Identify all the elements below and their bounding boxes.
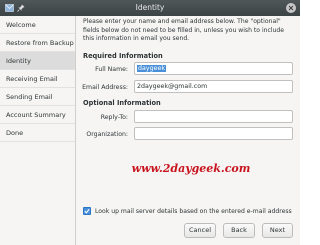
watermark: www.2daygeek.com (131, 162, 251, 175)
reply-to-field[interactable] (134, 110, 293, 123)
required-info-heading: Required Information (83, 52, 163, 60)
lookup-checkbox-row[interactable]: Look up mail server details based on the… (83, 207, 292, 215)
intro-text: Please enter your name and email address… (83, 18, 285, 42)
lookup-checkbox[interactable] (83, 207, 91, 215)
close-icon[interactable] (286, 3, 296, 13)
identity-page: Please enter your name and email address… (77, 16, 300, 245)
next-button[interactable]: Next (262, 223, 293, 238)
reply-to-label: Reply-To: (100, 114, 128, 121)
lookup-checkbox-label: Look up mail server details based on the… (95, 207, 292, 215)
title-bar: Identity (0, 0, 300, 16)
organization-field[interactable] (134, 127, 293, 140)
full-name-value: daygeek (137, 65, 166, 72)
email-address-field[interactable]: 2daygeek@gmail.com (134, 80, 293, 93)
sidebar: Welcome Restore from Backup Identity Rec… (0, 16, 76, 245)
cancel-button[interactable]: Cancel (184, 223, 216, 238)
setup-window: Identity Welcome Restore from Backup Ide… (0, 0, 300, 245)
optional-info-heading: Optional Information (83, 99, 161, 107)
full-name-label: Full Name: (95, 66, 128, 73)
sidebar-item-receiving-email[interactable]: Receiving Email (0, 70, 75, 88)
window-title: Identity (135, 3, 165, 12)
sidebar-item-sending-email[interactable]: Sending Email (0, 88, 75, 106)
sidebar-item-identity[interactable]: Identity (0, 52, 75, 70)
back-button[interactable]: Back (223, 223, 255, 238)
email-address-label: Email Address: (82, 84, 128, 91)
sidebar-item-done[interactable]: Done (0, 124, 75, 142)
full-name-field[interactable]: daygeek (134, 62, 293, 75)
sidebar-item-account-summary[interactable]: Account Summary (0, 106, 75, 124)
sidebar-item-welcome[interactable]: Welcome (0, 16, 75, 34)
organization-label: Organization: (86, 131, 128, 138)
sidebar-item-restore-from-backup[interactable]: Restore from Backup (0, 34, 75, 52)
